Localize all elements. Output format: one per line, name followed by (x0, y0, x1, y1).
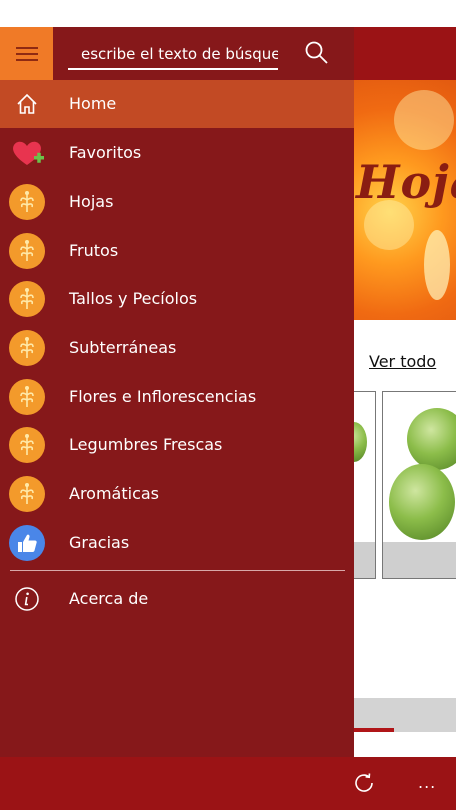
menu-item-label: Gracias (69, 533, 130, 552)
product-card[interactable] (354, 391, 376, 579)
vegetable-image (354, 422, 367, 462)
category-icon (9, 184, 45, 220)
more-button[interactable]: ... (418, 773, 436, 792)
menu-item-subterraneas[interactable]: Subterráneas (0, 324, 354, 372)
hamburger-line (16, 59, 38, 61)
hamburger-line (16, 47, 38, 49)
info-icon (15, 587, 39, 611)
menu-item-label: Flores e Inflorescencias (69, 387, 257, 406)
menu-item-tallos[interactable]: Tallos y Pecíolos (0, 275, 354, 323)
menu-item-label: Subterráneas (69, 338, 177, 357)
hamburger-line (16, 53, 38, 55)
menu-item-label: Aromáticas (69, 484, 160, 503)
menu-item-label: Hojas (69, 192, 114, 211)
hamburger-button[interactable] (0, 27, 53, 80)
menu-item-legumbres[interactable]: Legumbres Frescas (0, 421, 354, 469)
horizontal-scrollbar[interactable] (354, 698, 456, 732)
menu-divider (10, 570, 345, 571)
search-icon[interactable] (304, 40, 330, 66)
status-bar (0, 0, 456, 27)
category-icon (9, 427, 45, 463)
bokeh-light (394, 90, 454, 150)
refresh-icon[interactable] (352, 771, 376, 795)
search-input[interactable]: escribe el texto de búsqueda (68, 44, 278, 70)
menu-item-label: Legumbres Frescas (69, 435, 223, 454)
card-footer (354, 542, 375, 578)
category-icon (9, 233, 45, 269)
category-icon (9, 281, 45, 317)
scroll-thumb[interactable] (354, 728, 394, 732)
vegetable-image (407, 408, 456, 470)
product-card[interactable] (382, 391, 456, 579)
menu-item-label: Acerca de (69, 589, 149, 608)
menu-item-about[interactable]: Acerca de (0, 575, 354, 623)
menu-item-home[interactable]: Home (0, 80, 354, 128)
banner-title: Hojas (356, 155, 456, 209)
menu-item-hojas[interactable]: Hojas (0, 178, 354, 226)
card-footer (383, 542, 456, 578)
see-all-link[interactable]: Ver todo (369, 352, 436, 371)
navigation-drawer: escribe el texto de búsqueda Home Favori… (0, 27, 354, 757)
menu-item-favorites[interactable]: Favoritos (0, 129, 354, 177)
menu-item-label: Home (69, 94, 117, 113)
app-bar (0, 757, 456, 810)
menu-item-label: Tallos y Pecíolos (69, 289, 198, 308)
menu-item-label: Frutos (69, 241, 119, 260)
category-icon (9, 476, 45, 512)
main-content: Hojas Ver todo (354, 80, 456, 757)
category-icon (9, 379, 45, 415)
menu-item-aromaticas[interactable]: Aromáticas (0, 470, 354, 518)
home-icon (17, 93, 37, 114)
bokeh-light (424, 230, 450, 300)
thumbs-up-icon (9, 525, 45, 561)
hero-banner[interactable]: Hojas (354, 80, 456, 320)
vegetable-image (389, 464, 455, 540)
heart-plus-icon (13, 141, 44, 165)
category-icon (9, 330, 45, 366)
menu-item-label: Favoritos (69, 143, 142, 162)
menu-item-gracias[interactable]: Gracias (0, 519, 354, 567)
menu-item-flores[interactable]: Flores e Inflorescencias (0, 373, 354, 421)
menu-item-frutos[interactable]: Frutos (0, 227, 354, 275)
